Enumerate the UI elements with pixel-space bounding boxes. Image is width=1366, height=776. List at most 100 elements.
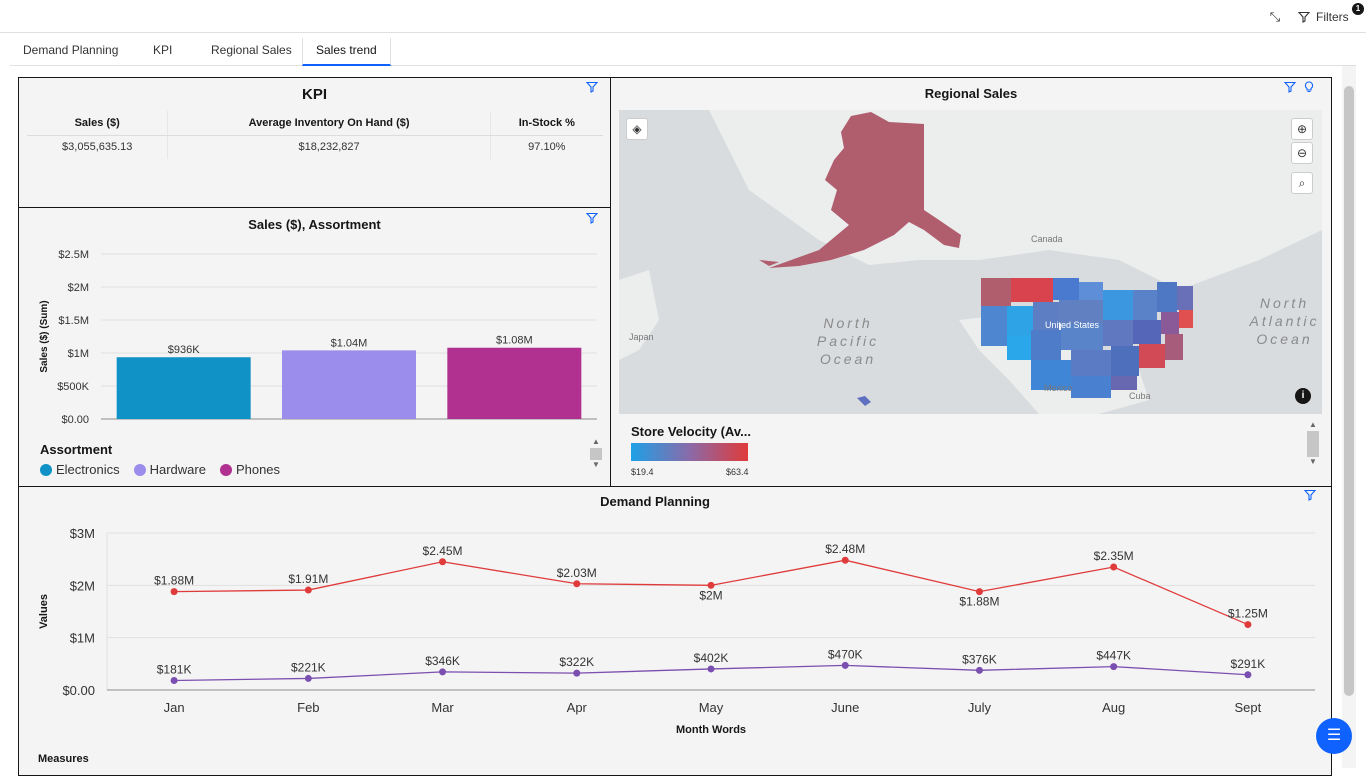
collapse-icon[interactable]: ⤡ bbox=[1266, 8, 1284, 26]
series-point bbox=[707, 665, 715, 673]
series-point bbox=[1110, 563, 1118, 571]
y-tick-label: $2.5M bbox=[58, 249, 89, 261]
page-scroll-thumb[interactable] bbox=[1344, 86, 1354, 696]
filters-label: Filters bbox=[1316, 10, 1349, 24]
tab-bar: Demand Planning KPI Regional Sales Sales… bbox=[10, 38, 1356, 66]
data-label: $322K bbox=[559, 655, 594, 669]
x-tick-label: Jan bbox=[164, 700, 185, 715]
filter-icon[interactable] bbox=[586, 81, 598, 93]
series-point bbox=[573, 580, 581, 588]
map-shapes bbox=[619, 110, 1322, 414]
scroll-thumb[interactable] bbox=[590, 448, 602, 460]
y-tick-label: $1.5M bbox=[58, 315, 89, 327]
x-tick-label: Sept bbox=[1235, 700, 1262, 715]
legend-item-phones[interactable]: Phones bbox=[219, 462, 281, 477]
x-tick-label: Aug bbox=[1102, 700, 1125, 715]
layers-icon[interactable]: ◈ bbox=[626, 118, 648, 140]
regional-sales-panel[interactable]: Regional Sales Canada United States Mexi… bbox=[610, 77, 1332, 487]
page-scrollbar[interactable] bbox=[1342, 66, 1356, 768]
kpi-column-header: In-Stock % bbox=[489, 111, 603, 136]
kpi-panel[interactable]: KPI Sales ($) Average Inventory On Hand … bbox=[18, 77, 611, 208]
y-tick-label: $0.00 bbox=[61, 414, 89, 426]
tab-demand-planning[interactable]: Demand Planning bbox=[10, 38, 131, 66]
bar bbox=[282, 350, 416, 419]
filters-button[interactable]: Filters bbox=[1298, 7, 1349, 27]
zoom-out-icon[interactable]: ⊖ bbox=[1291, 142, 1313, 164]
tab-sales-trend[interactable]: Sales trend bbox=[302, 38, 391, 66]
bar-data-label: $1.08M bbox=[496, 335, 533, 347]
data-label: $1.88M bbox=[154, 574, 194, 588]
y-tick-label: $3M bbox=[70, 526, 95, 541]
legend-scrollbar[interactable]: ▲ ▼ bbox=[590, 437, 602, 477]
map-label-north-atlantic: North Atlantic Ocean bbox=[1249, 295, 1320, 347]
data-label: $376K bbox=[962, 652, 997, 666]
kpi-value: 97.10% bbox=[489, 135, 603, 159]
bar bbox=[447, 347, 582, 419]
series-point bbox=[304, 586, 312, 594]
legend-item-hardware[interactable]: Hardware bbox=[133, 462, 206, 477]
tab-kpi[interactable]: KPI bbox=[140, 38, 185, 66]
data-label: $470K bbox=[828, 647, 863, 661]
legend-label: Electronics bbox=[56, 462, 120, 477]
series-point bbox=[170, 677, 178, 685]
chat-icon[interactable]: ☰ bbox=[1316, 718, 1352, 754]
regional-sales-title: Regional Sales bbox=[924, 86, 1018, 101]
search-icon[interactable]: ⌕ bbox=[1291, 172, 1313, 194]
filters-badge: 1 bbox=[1352, 3, 1364, 15]
info-icon[interactable]: i bbox=[1295, 388, 1311, 404]
kpi-value: $3,055,635.13 bbox=[62, 141, 133, 154]
assortment-legend: Electronics Hardware Phones bbox=[40, 462, 280, 477]
map-label-cuba: Cuba bbox=[1129, 391, 1151, 401]
map-view[interactable]: Canada United States Mexico Cuba Japan N… bbox=[619, 110, 1322, 414]
map-label-mexico: Mexico bbox=[1044, 383, 1073, 393]
tab-regional-sales[interactable]: Regional Sales bbox=[198, 38, 305, 66]
assortment-panel[interactable]: Sales ($), Assortment $0.00 $500K $1M $1.5M… bbox=[18, 207, 611, 487]
series-point bbox=[304, 674, 312, 682]
scroll-up-icon[interactable]: ▲ bbox=[590, 437, 602, 446]
y-tick-label: $1M bbox=[70, 631, 95, 646]
legend-item-electronics[interactable]: Electronics bbox=[40, 462, 120, 477]
bar bbox=[116, 357, 251, 419]
scroll-thumb[interactable] bbox=[1307, 431, 1319, 457]
x-tick-label: Feb bbox=[297, 700, 319, 715]
scroll-down-icon[interactable]: ▼ bbox=[1307, 457, 1319, 466]
y-tick-label: $1M bbox=[68, 348, 89, 360]
assortment-bar-chart: $0.00 $500K $1M $1.5M $2M $2.5M Sales ($) (Sum… bbox=[39, 249, 597, 426]
map-legend-scrollbar[interactable]: ▲ ▼ bbox=[1307, 420, 1319, 478]
series-point bbox=[1244, 671, 1252, 679]
velocity-max: $63.4 bbox=[726, 467, 749, 477]
data-label: $2.48M bbox=[825, 542, 865, 556]
series-point bbox=[975, 666, 983, 674]
legend-label: Hardware bbox=[149, 462, 206, 477]
series-point bbox=[439, 668, 447, 676]
dashboard-canvas: KPI Sales ($) Average Inventory On Hand … bbox=[10, 66, 1356, 776]
zoom-in-icon[interactable]: ⊕ bbox=[1291, 118, 1313, 140]
map-label-us: United States bbox=[1045, 320, 1100, 330]
map-label-north-pacific: North Pacific Ocean bbox=[816, 315, 880, 367]
series-point bbox=[573, 669, 581, 677]
x-tick-label: Apr bbox=[567, 700, 588, 715]
series-point bbox=[170, 588, 178, 596]
scroll-up-icon[interactable]: ▲ bbox=[1307, 420, 1319, 429]
series-point bbox=[841, 556, 849, 564]
legend-swatch bbox=[133, 463, 146, 476]
data-label: $447K bbox=[1096, 649, 1131, 663]
demand-planning-panel[interactable]: Demand Planning $0.00 $1M $2M $3M Jan Feb Mar A… bbox=[18, 486, 1332, 776]
legend-swatch bbox=[219, 463, 232, 476]
legend-label: Phones bbox=[235, 462, 281, 477]
filter-icon[interactable] bbox=[1284, 81, 1296, 93]
data-label: $2.35M bbox=[1094, 549, 1134, 563]
kpi-table: Sales ($) Average Inventory On Hand ($) … bbox=[27, 111, 603, 159]
legend-swatch bbox=[40, 463, 52, 476]
series-point bbox=[841, 661, 849, 669]
y-tick-label: $2M bbox=[68, 282, 89, 294]
data-label: $221K bbox=[291, 660, 326, 674]
top-bar: ⤡ Filters 1 bbox=[0, 0, 1366, 33]
demand-line-chart: $0.00 $1M $2M $3M Jan Feb Mar Apr May June July Aug… bbox=[38, 526, 1315, 736]
lightbulb-icon[interactable] bbox=[1303, 81, 1315, 93]
series-point bbox=[1110, 663, 1118, 671]
data-label: $181K bbox=[157, 663, 192, 677]
x-axis-label: Month Words bbox=[676, 724, 746, 736]
scroll-down-icon[interactable]: ▼ bbox=[590, 460, 602, 469]
y-tick-label: $2M bbox=[70, 578, 95, 593]
